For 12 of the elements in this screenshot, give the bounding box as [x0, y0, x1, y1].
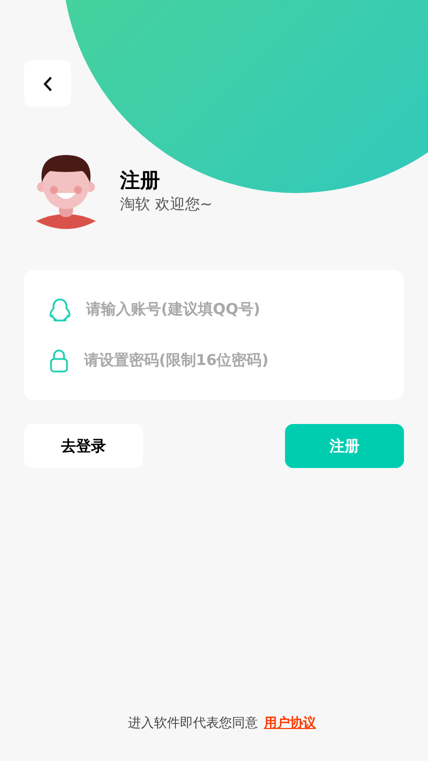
back-icon [42, 76, 54, 92]
input-field[interactable]: 请输入账号(建议填QQ号) [86, 298, 394, 321]
agreement-text: 进入软件即代表您同意 [128, 714, 258, 732]
welcome-text: 淘软 欢迎您~ [120, 194, 212, 215]
input-field[interactable]: 请设置密码(限制16位密码) [84, 349, 394, 372]
back-button[interactable] [24, 60, 71, 107]
page-title: 注册 [120, 167, 161, 193]
user-agreement-link[interactable]: 用户协议 [264, 714, 316, 733]
register-button[interactable]: 注册 [285, 424, 404, 468]
login-button[interactable]: 去登录 [24, 424, 143, 468]
lock-icon [49, 348, 69, 372]
penguin-icon [49, 298, 71, 322]
